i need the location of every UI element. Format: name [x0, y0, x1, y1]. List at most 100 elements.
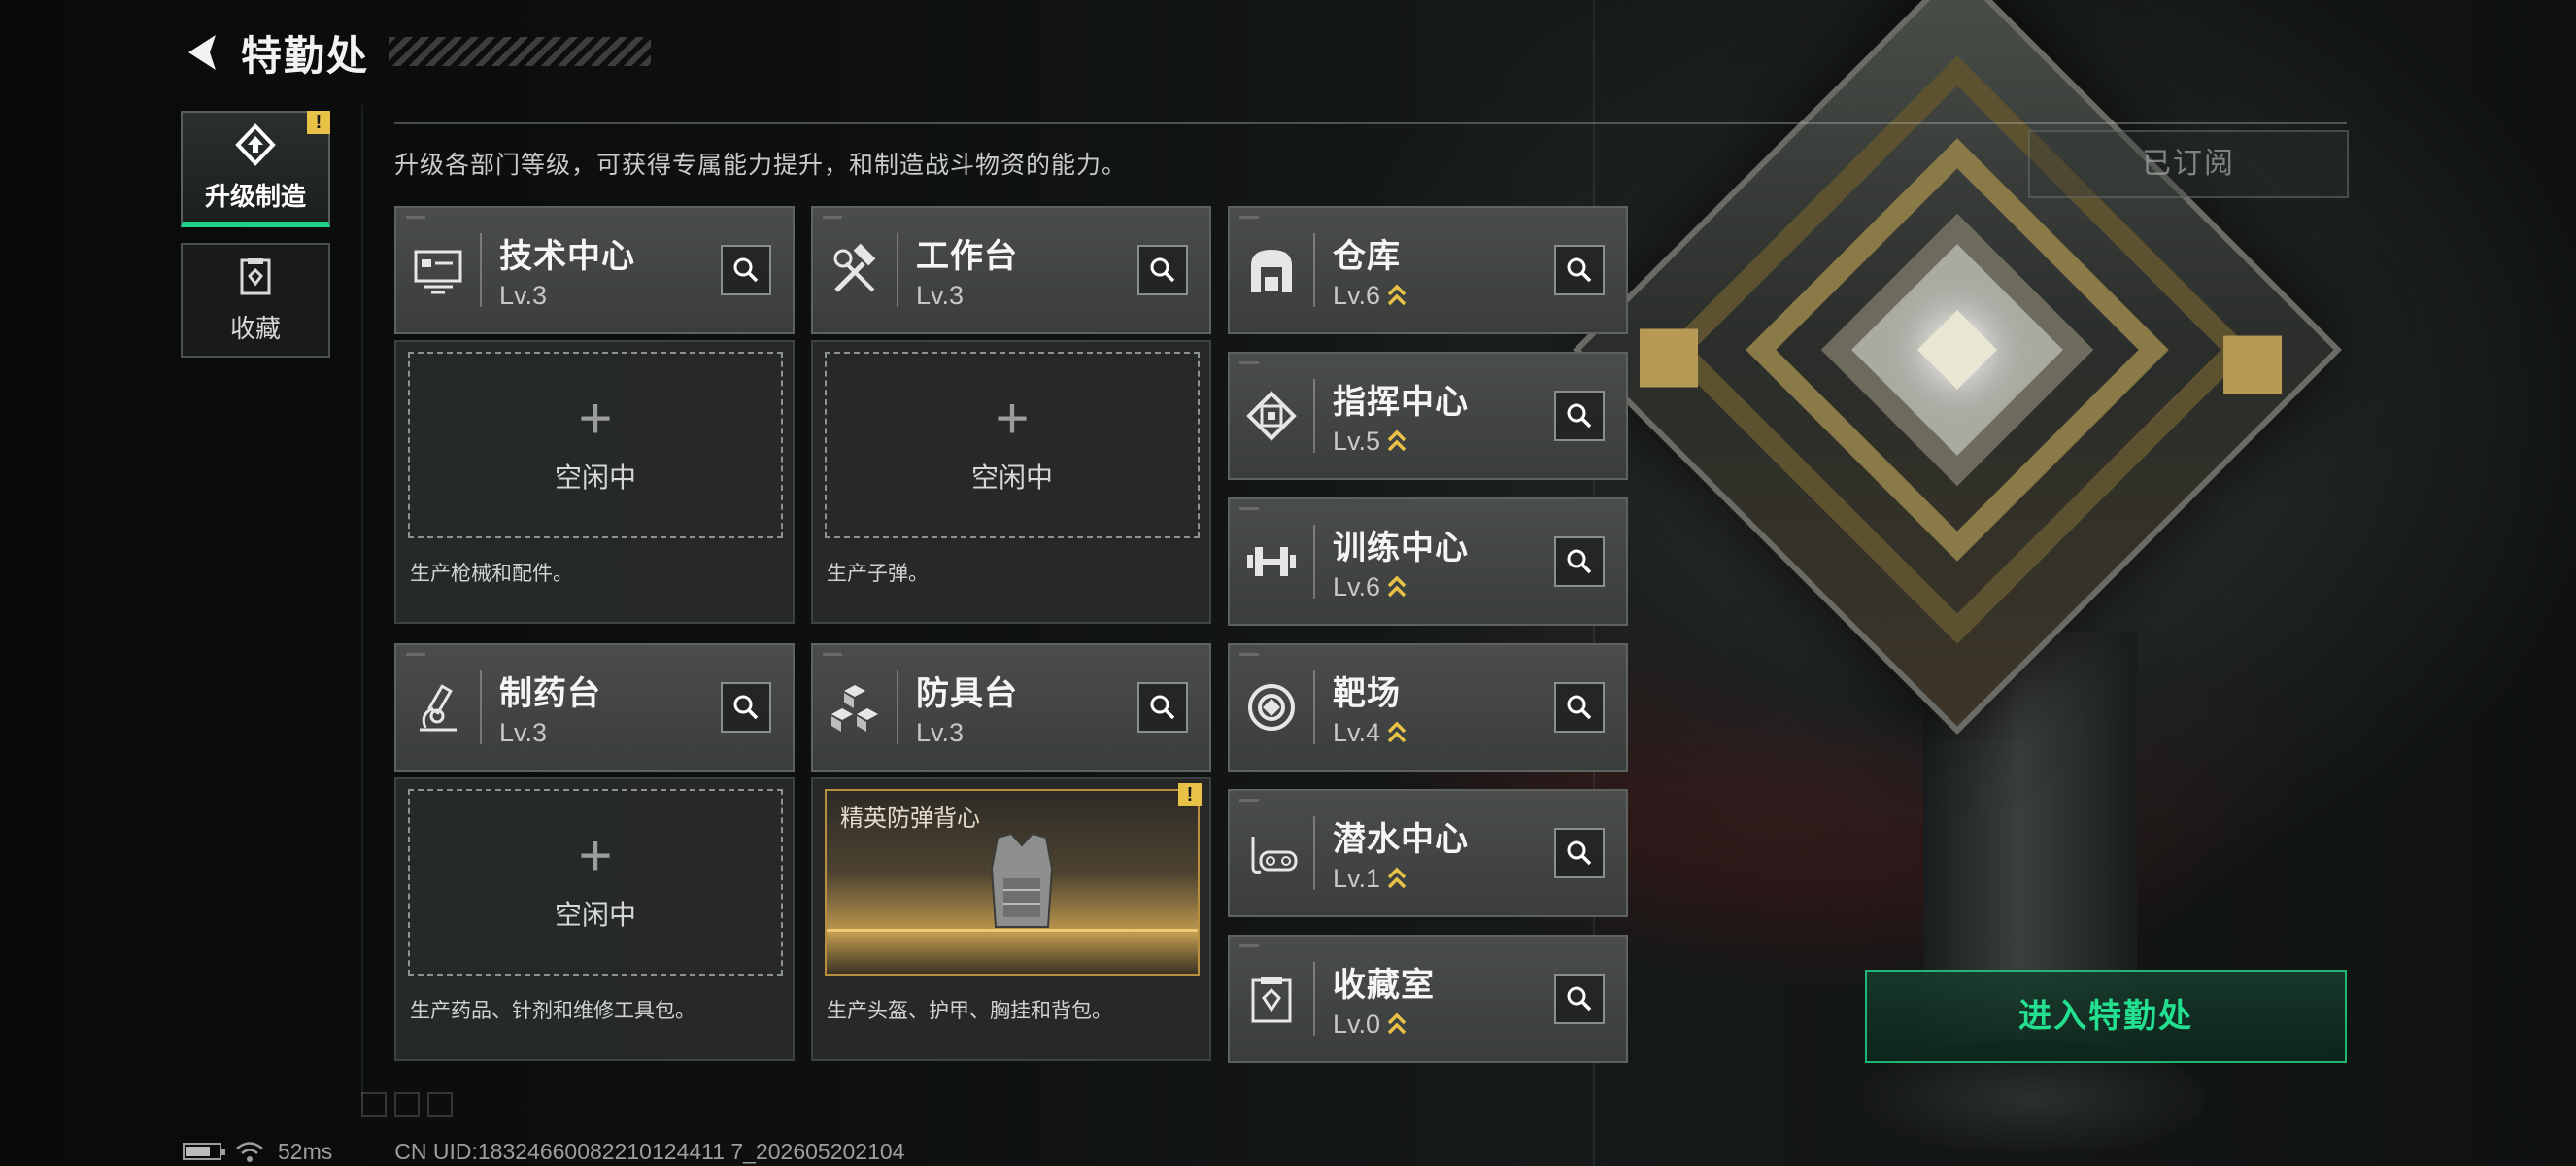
inspect-button[interactable]	[1554, 828, 1605, 878]
facility-level: Lv.5	[1333, 427, 1381, 456]
facility-name: 制药台	[499, 675, 601, 712]
inspect-button[interactable]	[1554, 391, 1605, 441]
training-center-icon	[1247, 547, 1296, 576]
collection-room-icon	[1251, 977, 1292, 1023]
page-title: 特勤处	[241, 32, 370, 79]
page-header: 特勤处	[183, 21, 369, 84]
facility-card-tech-center[interactable]: 技术中心 Lv.3	[394, 206, 795, 334]
search-icon	[1567, 549, 1592, 574]
search-icon	[733, 257, 759, 283]
upgrade-chevron-icon	[1387, 575, 1407, 597]
tech-center-icon	[414, 250, 462, 294]
alert-badge: !	[1178, 783, 1202, 806]
facility-card-workbench[interactable]: 工作台 Lv.3	[811, 206, 1211, 334]
slot-status: 空闲中	[554, 463, 636, 493]
facility-card-warehouse[interactable]: 仓库 Lv.6	[1228, 206, 1628, 334]
inspect-button[interactable]	[1554, 682, 1605, 733]
frame-line	[361, 105, 363, 1096]
search-icon	[1567, 695, 1592, 720]
facility-level: Lv.0	[1333, 1010, 1381, 1039]
production-description: 生产子弹。	[827, 563, 929, 585]
armor-bench-icon	[831, 685, 878, 732]
facility-name: 靶场	[1333, 675, 1401, 712]
production-panel-pharmacy: + 空闲中 生产药品、针剂和维修工具包。	[394, 777, 795, 1061]
production-slot-empty[interactable]: + 空闲中	[408, 352, 783, 538]
plus-icon: +	[578, 823, 613, 888]
ping-readout: 52ms	[278, 1138, 333, 1164]
battery-level-fill	[186, 1147, 210, 1156]
production-slot-empty[interactable]: + 空闲中	[825, 352, 1200, 538]
tab-collection[interactable]: 收藏	[181, 243, 330, 358]
production-slot-empty[interactable]: + 空闲中	[408, 789, 783, 976]
facility-name: 收藏室	[1333, 967, 1435, 1004]
tab-label: 升级制造	[204, 181, 306, 211]
facility-card-shooting-range[interactable]: 靶场 Lv.4	[1228, 643, 1628, 772]
pharmacy-icon	[420, 684, 457, 732]
warehouse-icon	[1251, 250, 1292, 292]
alert-badge: !	[307, 111, 330, 134]
shooting-range-icon	[1248, 684, 1295, 731]
inspect-button[interactable]	[1137, 245, 1188, 295]
production-panel-workbench: + 空闲中 生产子弹。	[811, 340, 1211, 624]
slot-status: 空闲中	[970, 463, 1053, 493]
inspect-button[interactable]	[1554, 536, 1605, 587]
production-description: 生产药品、针剂和维修工具包。	[410, 1000, 695, 1022]
facility-card-pharmacy[interactable]: 制药台 Lv.3	[394, 643, 795, 772]
command-center-icon	[1246, 391, 1297, 441]
subscribed-button[interactable]: 已订阅	[2028, 130, 2349, 198]
facility-level: Lv.6	[1333, 281, 1381, 310]
tab-label: 收藏	[229, 313, 281, 343]
facility-name: 潜水中心	[1333, 821, 1469, 858]
inspect-button[interactable]	[1554, 974, 1605, 1024]
upgrade-chevron-icon	[1387, 284, 1407, 305]
bottom-decoration	[361, 1092, 453, 1117]
status-bar: 52ms CN UID:18324660082210124411 7_20260…	[183, 1137, 904, 1166]
facility-card-diving-center[interactable]: 潜水中心 Lv.1	[1228, 789, 1628, 917]
facility-card-training-center[interactable]: 训练中心 Lv.6	[1228, 497, 1628, 626]
facility-card-command-center[interactable]: 指挥中心 Lv.5	[1228, 352, 1628, 480]
workbench-icon	[833, 243, 876, 292]
search-icon	[1567, 403, 1592, 429]
upgrade-chevron-icon	[1387, 721, 1407, 742]
facility-level: Lv.3	[916, 281, 965, 310]
facility-card-collection-room[interactable]: 收藏室 Lv.0	[1228, 935, 1628, 1063]
search-icon	[1567, 840, 1592, 866]
search-icon	[1567, 257, 1592, 283]
tab-upgrade-manufacture[interactable]: 升级制造 !	[181, 111, 330, 227]
page-description: 升级各部门等级，可获得专属能力提升，和制造战斗物资的能力。	[394, 152, 1128, 179]
upgrade-chevron-icon	[1387, 867, 1407, 888]
production-panel-tech-center: + 空闲中 生产枪械和配件。	[394, 340, 795, 624]
facility-level: Lv.3	[499, 718, 548, 747]
production-description: 生产枪械和配件。	[410, 563, 573, 585]
inspect-button[interactable]	[721, 245, 771, 295]
collection-trophy-icon	[240, 257, 271, 294]
progress-line	[827, 929, 1198, 932]
plus-icon: +	[995, 386, 1030, 451]
production-slot-in-progress[interactable]: 精英防弹背心	[825, 789, 1200, 976]
facility-level: Lv.6	[1333, 572, 1381, 601]
search-icon	[733, 695, 759, 720]
inspect-button[interactable]	[1137, 682, 1188, 733]
search-icon	[1150, 695, 1175, 720]
enter-special-ops-button[interactable]: 进入特勤处	[1865, 970, 2347, 1063]
search-icon	[1567, 986, 1592, 1012]
inspect-button[interactable]	[1554, 245, 1605, 295]
user-uid: CN UID:18324660082210124411 7_2026052021…	[394, 1138, 905, 1164]
facility-card-armor-bench[interactable]: 防具台 Lv.3	[811, 643, 1211, 772]
facility-name: 仓库	[1333, 238, 1401, 275]
facility-level: Lv.3	[916, 718, 965, 747]
production-panel-armor-bench: 精英防弹背心 ! 生产头盔、护甲、胸挂和背包。	[811, 777, 1211, 1061]
upgrade-chevron-icon	[1387, 1012, 1407, 1034]
facility-name: 训练中心	[1333, 530, 1469, 566]
inspect-button[interactable]	[721, 682, 771, 733]
slot-status: 空闲中	[554, 900, 636, 930]
diving-center-icon	[1251, 837, 1298, 874]
back-arrow-icon[interactable]	[183, 31, 225, 74]
search-icon	[1150, 257, 1175, 283]
battery-icon	[183, 1143, 225, 1160]
production-description: 生产头盔、护甲、胸挂和背包。	[827, 1000, 1112, 1022]
cube-vault	[1573, 0, 2342, 735]
facility-name: 防具台	[916, 675, 1018, 712]
facility-name: 指挥中心	[1333, 384, 1469, 421]
facility-level: Lv.3	[499, 281, 548, 310]
